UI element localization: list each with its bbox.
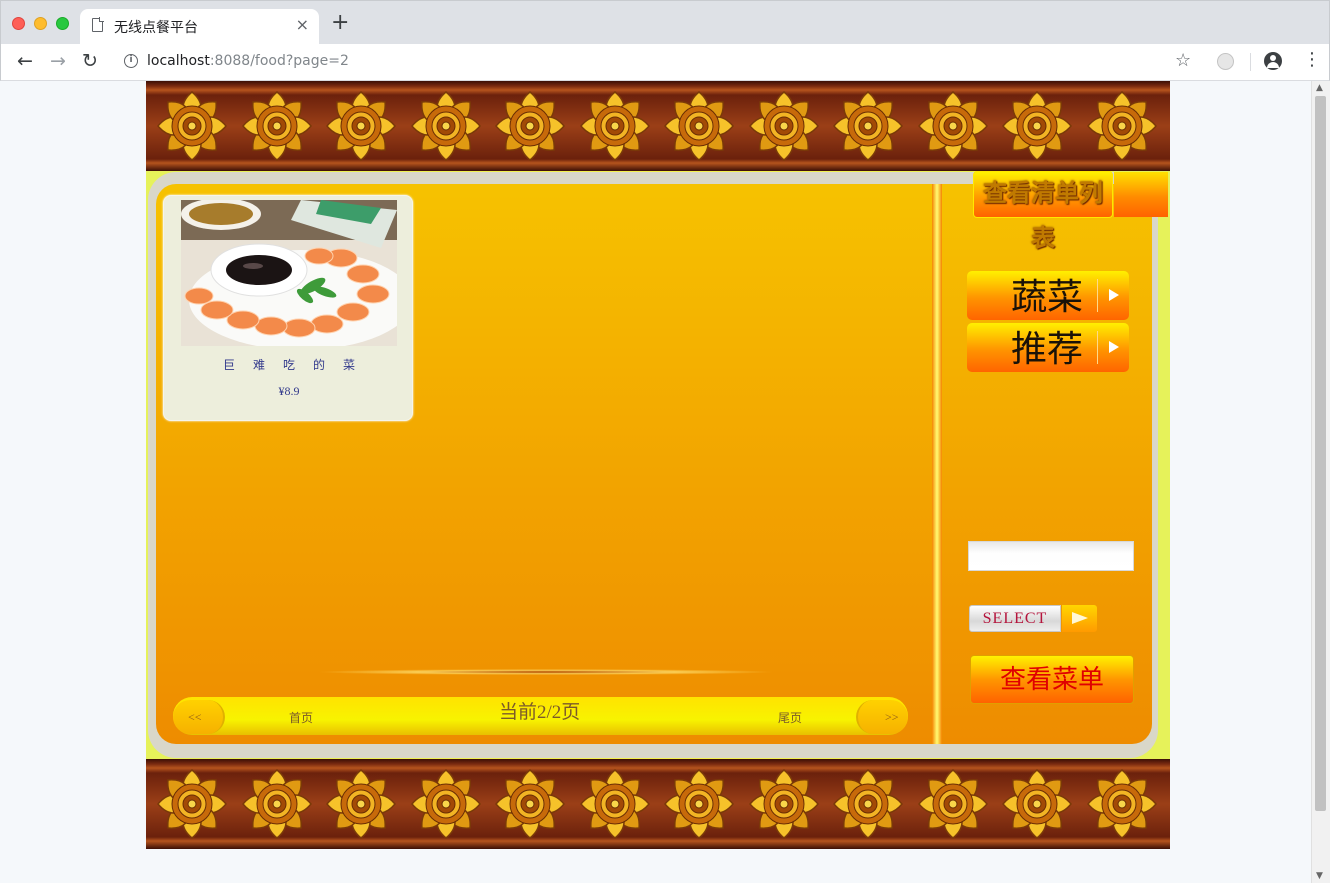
food-photo[interactable]	[181, 200, 397, 346]
search-input[interactable]	[968, 541, 1134, 571]
url-host: localhost	[147, 53, 210, 69]
decorative-top-border	[146, 81, 1170, 171]
lotus-ornament-icon	[833, 769, 903, 839]
address-bar[interactable]: localhost:8088/food?page=2	[147, 53, 349, 69]
last-page-link[interactable]: 尾页	[778, 709, 802, 726]
back-icon[interactable]: ←	[17, 50, 33, 72]
maximize-window-icon[interactable]	[56, 17, 69, 30]
select-arrow-icon	[1062, 605, 1097, 632]
lotus-ornament-icon	[1002, 91, 1072, 161]
toolbar-separator	[1250, 53, 1251, 71]
page-content: 巨难吃的菜 ¥8.9 << 首页 当前2/2页 尾页 >> 查看清单列表 蔬菜 …	[146, 81, 1170, 849]
view-order-list-button[interactable]: 查看清单列表	[973, 171, 1113, 252]
lotus-ornament-icon	[579, 91, 650, 161]
vertical-scrollbar[interactable]: ▲ ▼	[1311, 81, 1330, 883]
lotus-ornament-icon	[1086, 769, 1157, 839]
lotus-ornament-icon	[1002, 769, 1072, 839]
lotus-ornament-icon	[1086, 91, 1157, 161]
close-window-icon[interactable]	[12, 17, 25, 30]
category-label: 推荐	[1011, 329, 1084, 369]
lotus-ornament-icon	[495, 91, 565, 161]
current-page-indicator: 当前2/2页	[499, 702, 581, 723]
tab-title: 无线点餐平台	[114, 20, 198, 36]
forward-icon[interactable]: →	[50, 50, 66, 72]
decorative-divider-line	[316, 669, 776, 675]
food-card[interactable]: 巨难吃的菜 ¥8.9	[163, 195, 413, 421]
lotus-ornament-icon	[664, 769, 734, 839]
pagination-bar: << 首页 当前2/2页 尾页 >>	[173, 697, 908, 735]
extension-icon[interactable]	[1217, 53, 1234, 70]
browser-tab-bar: 无线点餐平台 × +	[0, 0, 1330, 45]
lotus-ornament-icon	[241, 769, 312, 839]
browser-toolbar: ← → ↻ i localhost:8088/food?page=2 ☆ ⋮	[0, 44, 1330, 81]
lotus-ornament-icon	[833, 91, 903, 161]
lotus-ornament-icon	[157, 91, 227, 161]
lotus-ornament-icon	[326, 91, 396, 161]
panel-divider	[932, 184, 942, 744]
lotus-ornament-icon	[579, 769, 650, 839]
lotus-ornament-icon	[241, 91, 312, 161]
previous-page-button[interactable]: <<	[173, 700, 225, 734]
lotus-ornament-icon	[917, 91, 988, 161]
site-info-icon[interactable]: i	[124, 54, 138, 68]
lotus-ornament-icon	[748, 769, 819, 839]
category-button-vegetables[interactable]: 蔬菜	[967, 271, 1129, 320]
next-page-button[interactable]: >>	[856, 700, 908, 734]
lotus-ornament-icon	[748, 91, 819, 161]
browser-menu-icon[interactable]: ⋮	[1303, 50, 1321, 70]
account-icon[interactable]	[1264, 52, 1282, 70]
lotus-ornament-icon	[917, 769, 988, 839]
bookmark-star-icon[interactable]: ☆	[1175, 50, 1191, 71]
decorative-bottom-border	[146, 759, 1170, 849]
lotus-ornament-icon	[326, 769, 396, 839]
lotus-ornament-icon	[664, 91, 734, 161]
minimize-window-icon[interactable]	[34, 17, 47, 30]
play-arrow-icon	[1097, 331, 1129, 364]
first-page-link[interactable]: 首页	[289, 709, 313, 726]
lotus-ornament-icon	[410, 769, 481, 839]
reload-icon[interactable]: ↻	[82, 50, 98, 72]
play-arrow-icon	[1097, 279, 1129, 312]
lotus-ornament-icon	[410, 91, 481, 161]
tab-close-icon[interactable]: ×	[296, 15, 309, 34]
url-path: :8088/food?page=2	[209, 53, 349, 69]
browser-tab[interactable]: 无线点餐平台 ×	[80, 9, 319, 45]
category-label: 蔬菜	[1011, 277, 1084, 317]
select-button-label: SELECT	[969, 605, 1061, 632]
category-button-recommended[interactable]: 推荐	[967, 323, 1129, 372]
new-tab-icon[interactable]: +	[331, 12, 349, 34]
food-price: ¥8.9	[278, 384, 300, 398]
scroll-down-icon[interactable]: ▼	[1316, 871, 1323, 881]
document-icon	[92, 17, 104, 32]
scrollbar-thumb[interactable]	[1315, 96, 1326, 811]
scroll-up-icon[interactable]: ▲	[1316, 83, 1323, 93]
lotus-ornament-icon	[157, 769, 227, 839]
view-order-list-button-tail	[1114, 172, 1168, 217]
food-name[interactable]: 巨难吃的菜	[164, 356, 414, 373]
view-menu-button[interactable]: 查看菜单	[970, 655, 1134, 704]
lotus-ornament-icon	[495, 769, 565, 839]
select-button[interactable]: SELECT	[969, 605, 1099, 632]
